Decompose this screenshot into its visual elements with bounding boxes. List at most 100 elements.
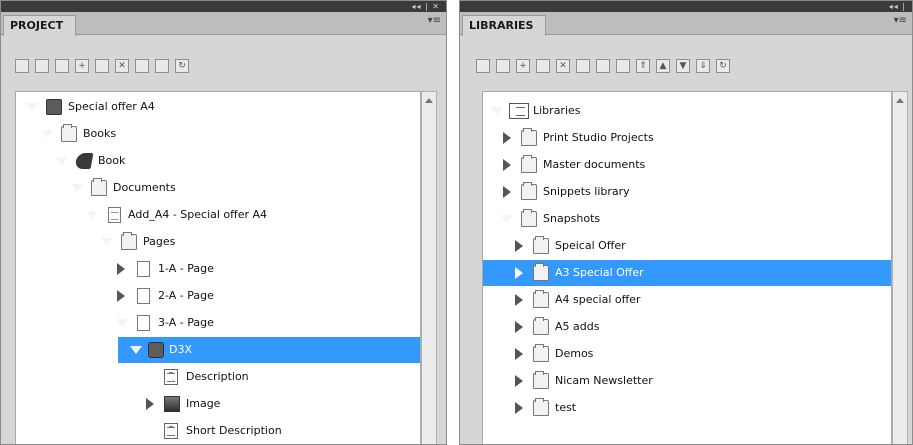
new-doc-icon[interactable] — [476, 59, 490, 73]
tree-node[interactable]: 2-A - Page — [16, 283, 420, 309]
up-icon[interactable]: ▲ — [656, 59, 670, 73]
down-icon[interactable]: ▼ — [676, 59, 690, 73]
vertical-scrollbar[interactable] — [421, 91, 437, 444]
tab-row: PROJECT ▾≡ — [1, 12, 446, 36]
expand-toggle[interactable] — [500, 214, 514, 223]
add-icon[interactable]: + — [75, 59, 89, 73]
refresh-icon[interactable]: ↻ — [175, 59, 189, 73]
expand-toggle[interactable] — [70, 183, 84, 192]
libraries-tree: Libraries Print Studio Projects Master d… — [482, 91, 892, 444]
tree-node[interactable]: Pages — [16, 229, 420, 255]
tree-node[interactable]: A5 adds — [483, 314, 891, 340]
scroll-up-arrow-icon[interactable] — [896, 98, 904, 103]
tree-node[interactable]: Demos — [483, 341, 891, 367]
project-panel: ◂◂ | ✕ PROJECT ▾≡ + ✕ ↻ Special offer A4… — [0, 0, 447, 445]
collapse-all-icon[interactable]: ⇑ — [636, 59, 650, 73]
panel-menu-icon[interactable]: ▾≡ — [894, 15, 907, 26]
tree-node[interactable]: Speical Offer — [483, 233, 891, 259]
expand-toggle[interactable] — [25, 102, 39, 111]
save-icon[interactable] — [496, 59, 510, 73]
add-icon[interactable]: + — [516, 59, 530, 73]
tab-row: LIBRARIES ▾≡ — [460, 12, 912, 36]
tree-node[interactable]: Nicam Newsletter — [483, 368, 891, 394]
tree-node[interactable]: Snapshots — [483, 206, 891, 232]
save-icon[interactable] — [35, 59, 49, 73]
expand-toggle[interactable] — [55, 156, 69, 165]
expand-toggle[interactable] — [40, 129, 54, 138]
libraries-panel: ◂◂ | LIBRARIES ▾≡ + ✕ ⇑ ▲ ▼ ⇓ ↻ Librarie… — [459, 0, 913, 445]
tree-node[interactable]: Books — [16, 121, 420, 147]
new-doc-icon[interactable] — [15, 59, 29, 73]
tree-node-selected[interactable]: A3 Special Offer — [483, 260, 891, 286]
tree-node[interactable]: Image — [16, 391, 420, 417]
delete-icon[interactable]: ✕ — [115, 59, 129, 73]
text-field-icon — [164, 369, 178, 385]
expand-toggle[interactable] — [129, 345, 143, 354]
page-icon — [137, 288, 150, 304]
open-icon[interactable] — [596, 59, 610, 73]
expand-toggle[interactable] — [115, 318, 129, 327]
expand-toggle[interactable] — [503, 186, 511, 198]
refresh-icon[interactable]: ↻ — [716, 59, 730, 73]
expand-toggle[interactable] — [490, 106, 504, 115]
tree-node[interactable]: Special offer A4 — [16, 94, 420, 120]
folder-icon — [521, 182, 537, 200]
expand-toggle[interactable] — [503, 159, 511, 171]
expand-toggle[interactable] — [503, 132, 511, 144]
expand-toggle[interactable] — [515, 321, 523, 333]
tree-node[interactable]: test — [483, 395, 891, 421]
tree-node-label: Print Studio Projects — [543, 131, 654, 144]
tree-node[interactable]: Add_A4 - Special offer A4 — [16, 202, 420, 228]
duplicate-icon[interactable] — [95, 59, 109, 73]
tree-node[interactable]: Documents — [16, 175, 420, 201]
tree-node[interactable]: Book — [16, 148, 420, 174]
properties-icon[interactable] — [55, 59, 69, 73]
tab-project[interactable]: PROJECT — [3, 15, 77, 36]
expand-all-icon[interactable]: ⇓ — [696, 59, 710, 73]
page-icon[interactable] — [135, 59, 149, 73]
tree-node[interactable]: Snippets library — [483, 179, 891, 205]
expand-toggle[interactable] — [515, 375, 523, 387]
panel-title-bar[interactable]: ◂◂ | ✕ — [1, 1, 446, 12]
tree-node[interactable]: 1-A - Page — [16, 256, 420, 282]
tree-node[interactable]: Short Description — [16, 418, 420, 444]
expand-toggle[interactable] — [117, 290, 125, 302]
tree-node[interactable]: A4 special offer — [483, 287, 891, 313]
expand-toggle[interactable] — [515, 402, 523, 414]
vertical-scrollbar[interactable] — [892, 91, 908, 444]
expand-toggle[interactable] — [146, 398, 154, 410]
tree-node[interactable]: Master documents — [483, 152, 891, 178]
tree-node-label: D3X — [169, 343, 193, 356]
scroll-up-arrow-icon[interactable] — [425, 98, 433, 103]
folder-icon — [121, 232, 137, 250]
folder-icon — [521, 155, 537, 173]
folder-icon — [91, 178, 107, 196]
tree-node-label: Snapshots — [543, 212, 601, 225]
tree-node-label: Demos — [555, 347, 594, 360]
expand-toggle[interactable] — [515, 348, 523, 360]
tree-node[interactable]: 3-A - Page — [16, 310, 420, 336]
tree-node-selected[interactable]: D3X — [118, 337, 420, 363]
project-tree: Special offer A4 Books Book Documents Ad… — [15, 91, 421, 444]
tree-node-label: Pages — [143, 235, 176, 248]
tree-node[interactable]: Print Studio Projects — [483, 125, 891, 151]
expand-toggle[interactable] — [117, 263, 125, 275]
expand-toggle[interactable] — [515, 240, 523, 252]
import-icon[interactable] — [536, 59, 550, 73]
expand-toggle[interactable] — [100, 237, 114, 246]
expand-toggle[interactable] — [515, 267, 523, 279]
tree-node[interactable]: Description — [16, 364, 420, 390]
panel-title-bar[interactable]: ◂◂ | — [460, 1, 912, 12]
delete-icon[interactable]: ✕ — [556, 59, 570, 73]
expand-toggle[interactable] — [85, 210, 99, 219]
tab-libraries[interactable]: LIBRARIES — [462, 15, 547, 36]
expand-toggle[interactable] — [515, 294, 523, 306]
preview-icon[interactable] — [155, 59, 169, 73]
panel-menu-icon[interactable]: ▾≡ — [428, 15, 441, 26]
move-icon[interactable] — [576, 59, 590, 73]
tree-node-label: A4 special offer — [555, 293, 641, 306]
tree-node[interactable]: Libraries — [483, 98, 891, 124]
image-icon — [164, 396, 180, 412]
page-icon — [137, 315, 150, 331]
copy-icon[interactable] — [616, 59, 630, 73]
